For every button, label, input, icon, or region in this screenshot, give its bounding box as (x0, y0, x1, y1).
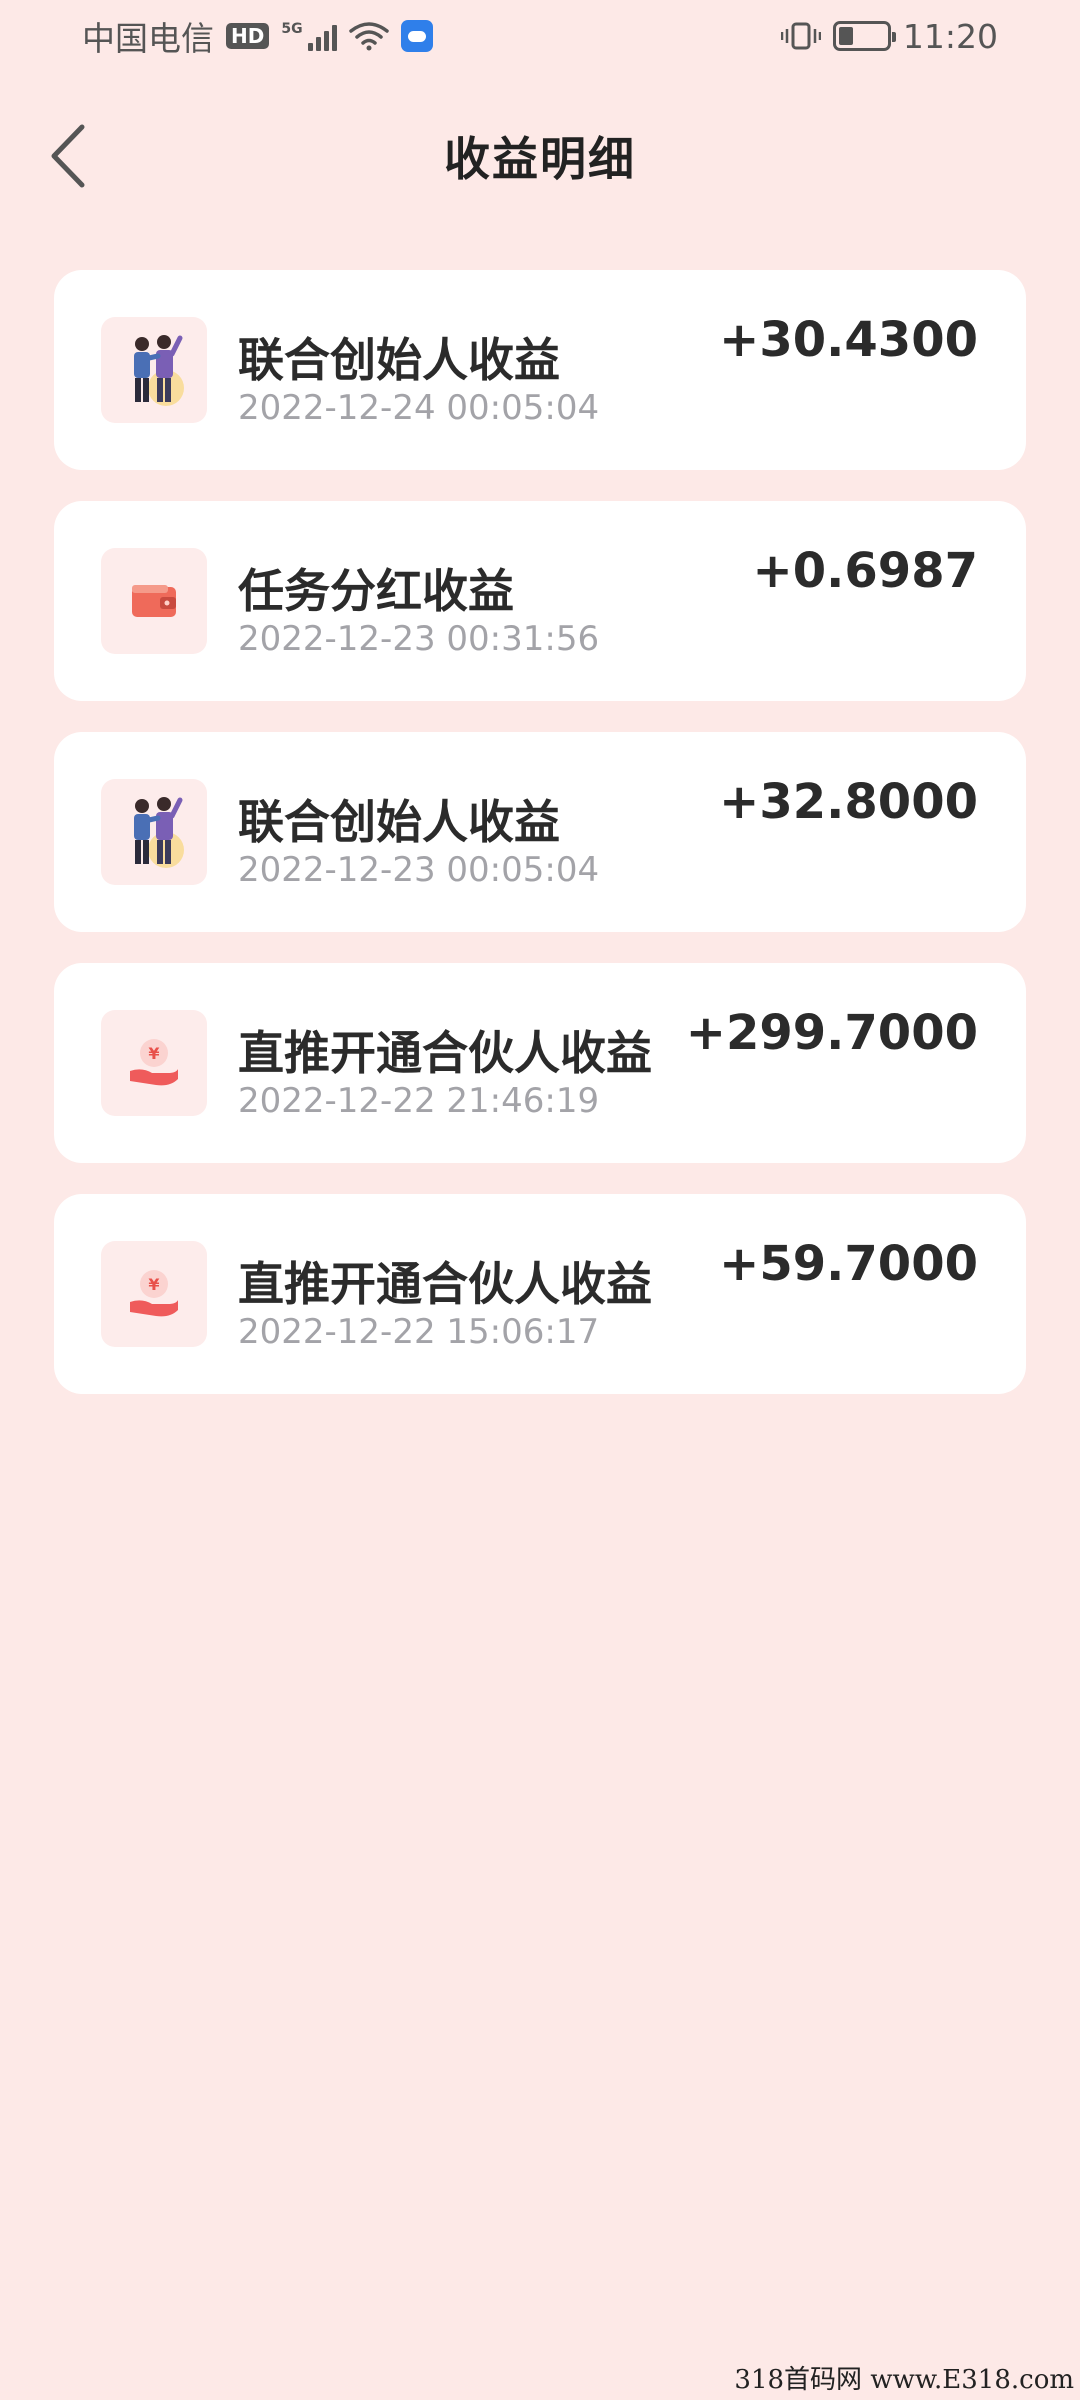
record-time: 2022-12-24 00:05:04 (238, 388, 600, 428)
record-amount: +0.6987 (752, 543, 978, 599)
header: 收益明细 (0, 100, 1080, 212)
record-title: 任务分红收益 (238, 564, 514, 618)
chevron-left-icon (51, 124, 85, 188)
income-list: 联合创始人收益 2022-12-24 00:05:04 +30.4300 任务分红收… (54, 270, 1026, 1425)
income-record-card[interactable]: 任务分红收益 2022-12-23 00:31:56 +0.6987 (54, 501, 1026, 701)
record-title: 联合创始人收益 (238, 333, 560, 387)
status-left: 中国电信 HD 5G (82, 12, 433, 60)
wallet-icon (101, 548, 207, 654)
cofounder-icon (101, 779, 207, 885)
record-amount: +59.7000 (719, 1236, 978, 1292)
vibrate-icon (780, 22, 821, 50)
record-time: 2022-12-22 21:46:19 (238, 1081, 600, 1121)
record-time: 2022-12-23 00:05:04 (238, 850, 600, 890)
record-title: 直推开通合伙人收益 (238, 1026, 652, 1080)
record-amount: +299.7000 (685, 1005, 978, 1061)
income-detail-page: 中国电信 HD 5G 11:20 收益明细 联合创始人收益 2022-12-24… (0, 0, 1080, 2400)
battery-icon (832, 21, 896, 51)
signal-icon: 5G (281, 21, 337, 51)
battery-level (838, 27, 853, 45)
hd-badge: HD (226, 23, 270, 49)
record-title: 联合创始人收益 (238, 795, 560, 849)
record-time: 2022-12-22 15:06:17 (238, 1312, 600, 1352)
watermark: 318首码网 www.E318.com (734, 2365, 1074, 2395)
record-amount: +32.8000 (719, 774, 978, 830)
svg-text:¥: ¥ (148, 1275, 159, 1294)
cofounder-icon (101, 317, 207, 423)
status-bar: 中国电信 HD 5G 11:20 (0, 0, 1080, 72)
weather-app-icon (400, 20, 433, 52)
income-record-card[interactable]: ¥ 直推开通合伙人收益 2022-12-22 21:46:19 +299.7000 (54, 963, 1026, 1163)
record-amount: +30.4300 (719, 312, 978, 368)
page-title: 收益明细 (444, 132, 636, 186)
carrier-name: 中国电信 (82, 19, 214, 58)
record-title: 直推开通合伙人收益 (238, 1257, 652, 1311)
record-time: 2022-12-23 00:31:56 (238, 619, 600, 659)
back-button[interactable] (30, 118, 106, 194)
wifi-icon (348, 22, 389, 51)
income-record-card[interactable]: ¥ 直推开通合伙人收益 2022-12-22 15:06:17 +59.7000 (54, 1194, 1026, 1394)
clock: 11:20 (902, 16, 998, 56)
income-record-card[interactable]: 联合创始人收益 2022-12-24 00:05:04 +30.4300 (54, 270, 1026, 470)
svg-text:¥: ¥ (148, 1044, 159, 1063)
network-type: 5G (281, 21, 303, 37)
yuan-hand-icon: ¥ (101, 1010, 207, 1116)
income-record-card[interactable]: 联合创始人收益 2022-12-23 00:05:04 +32.8000 (54, 732, 1026, 932)
status-right: 11:20 (780, 16, 998, 56)
yuan-hand-icon: ¥ (101, 1241, 207, 1347)
